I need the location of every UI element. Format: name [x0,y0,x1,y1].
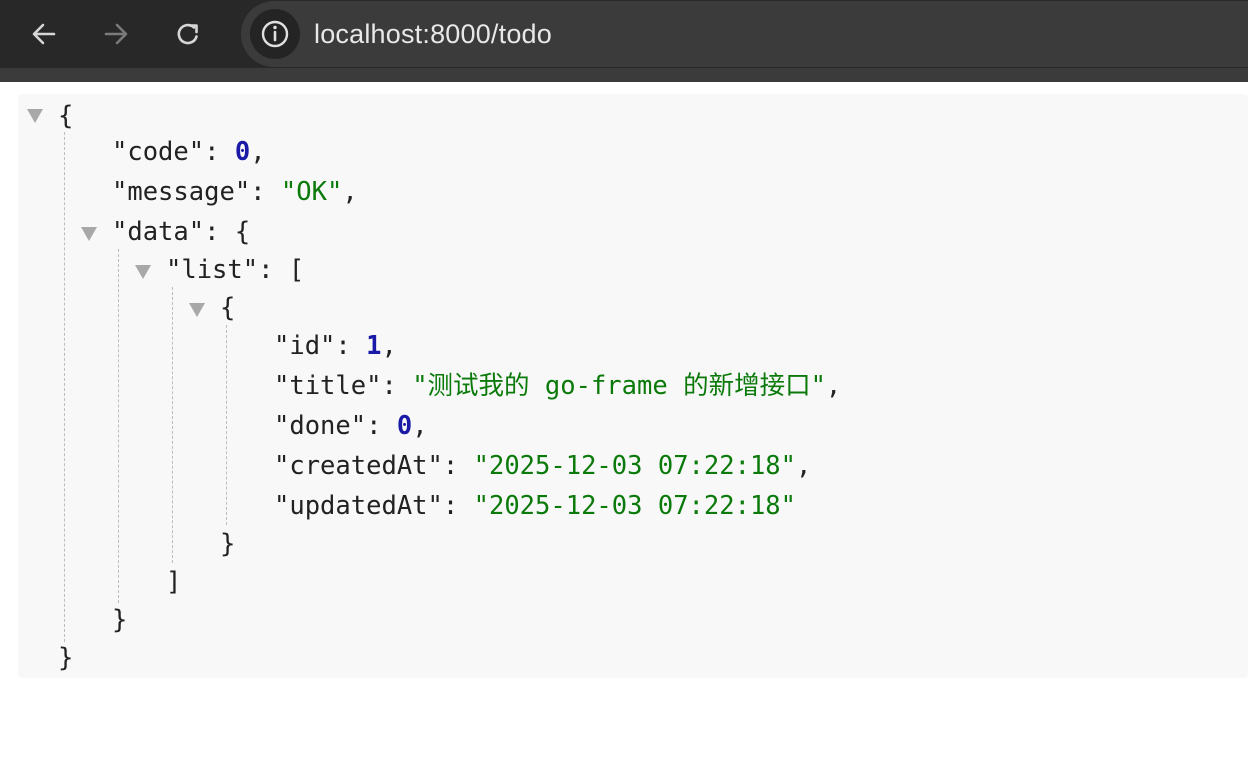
json-number: 1 [366,331,382,361]
guide-line-list [172,287,173,563]
json-number: 0 [234,137,251,167]
browser-toolbar: localhost:8000/todo [0,0,1248,82]
json-viewer: { "code": 0, "message": "OK", "data": { … [18,94,1248,678]
reload-icon[interactable] [170,16,206,52]
json-key: "done" [274,411,367,441]
collapse-triangle-root[interactable] [27,109,43,123]
json-string: "2025-12-03 07:22:18" [473,491,797,521]
guide-line-item [226,325,227,525]
json-number: 0 [396,411,413,441]
json-root-open: { [58,101,74,131]
collapse-triangle-list[interactable] [135,265,151,279]
json-list-close: ] [166,567,182,597]
json-line-id: "id": 1, [274,331,397,361]
json-key: "updatedAt" [274,491,443,521]
json-item-close: } [220,529,236,559]
json-key: "message" [112,177,251,207]
json-root-close: } [58,643,74,673]
collapse-triangle-item[interactable] [189,303,205,317]
json-key: "code" [112,137,205,167]
json-string: "测试我的 go-frame 的新增接口" [412,371,826,401]
json-line-data: "data": { [112,217,251,247]
address-bar[interactable]: localhost:8000/todo [241,1,1248,67]
json-key: "data" [112,217,205,247]
json-line-createdAt: "createdAt": "2025-12-03 07:22:18", [274,451,812,481]
json-string: "OK" [280,177,343,207]
guide-line-data [118,249,119,603]
json-string: "2025-12-03 07:22:18" [473,451,797,481]
json-key: "title" [274,371,382,401]
json-line-done: "done": 0, [274,411,428,441]
json-line-code: "code": 0, [112,137,266,167]
json-line-list: "list": [ [166,255,305,285]
json-key: "createdAt" [274,451,443,481]
json-line-message: "message": "OK", [112,177,358,207]
json-line-title: "title": "测试我的 go-frame 的新增接口", [274,371,842,401]
arrow-right-icon[interactable] [98,16,134,52]
json-item-open: { [220,293,236,323]
json-data-close: } [112,605,128,635]
collapse-triangle-data[interactable] [81,227,97,241]
json-key: "list" [166,255,259,285]
json-key: "id" [274,331,336,361]
guide-line-root [64,132,65,642]
url-text[interactable]: localhost:8000/todo [314,1,552,67]
json-line-updatedAt: "updatedAt": "2025-12-03 07:22:18" [274,491,797,521]
info-circle-icon[interactable] [250,9,300,59]
arrow-left-icon[interactable] [26,16,62,52]
